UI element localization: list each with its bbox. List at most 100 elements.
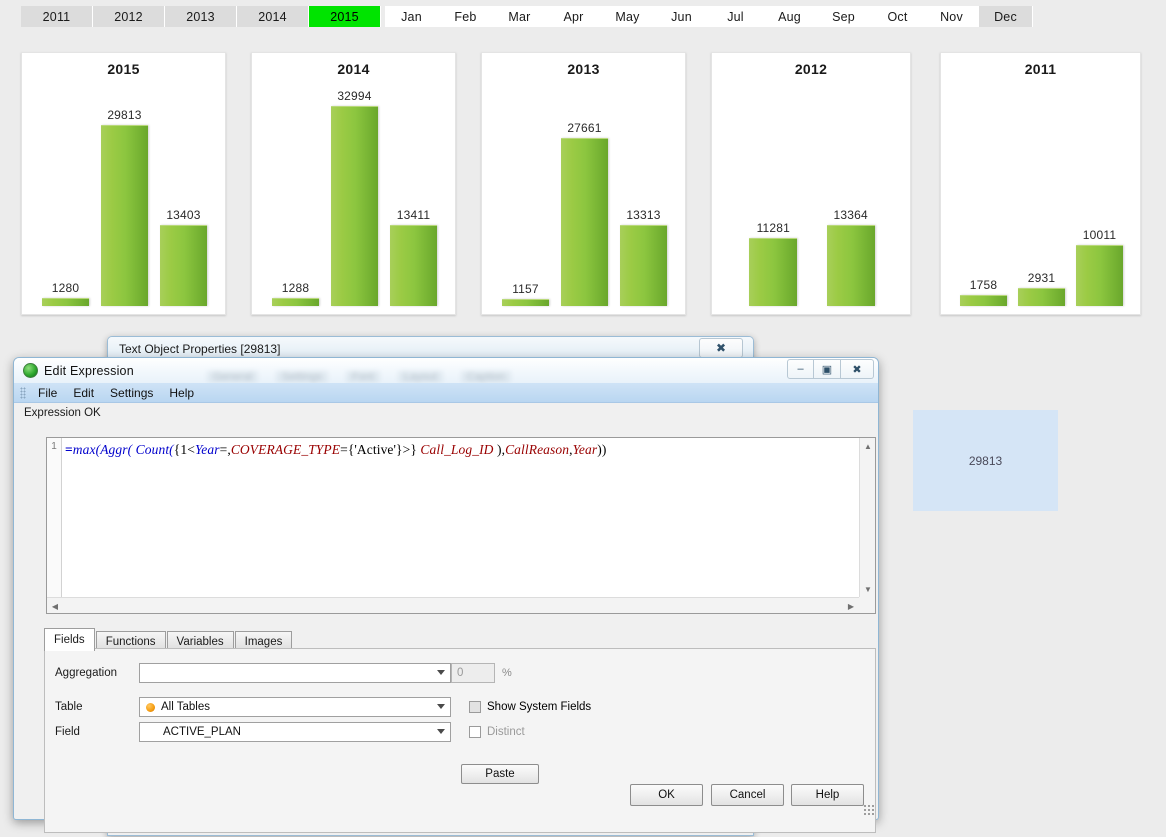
- menu-item-file[interactable]: File: [30, 385, 65, 401]
- chart-bar-group[interactable]: 13313: [620, 208, 667, 306]
- chart-bar[interactable]: [826, 225, 875, 306]
- table-select[interactable]: All Tables: [139, 697, 451, 717]
- background-tab: General: [207, 371, 259, 383]
- month-item-Aug[interactable]: Aug: [763, 6, 817, 27]
- month-item-Nov[interactable]: Nov: [925, 6, 979, 27]
- resize-grip-icon[interactable]: [863, 804, 875, 816]
- maximize-icon[interactable]: ▣: [814, 359, 841, 379]
- chart-bar[interactable]: [331, 106, 378, 306]
- chart-bar[interactable]: [960, 295, 1007, 306]
- checkbox-icon[interactable]: [469, 701, 481, 713]
- help-button[interactable]: Help: [791, 784, 864, 806]
- chart-panel-2011[interactable]: 2011 1758 2931 10011: [940, 52, 1141, 315]
- menu-item-help[interactable]: Help: [161, 385, 202, 401]
- chart-bar[interactable]: [1018, 288, 1065, 306]
- month-item-Sep[interactable]: Sep: [817, 6, 871, 27]
- expression-horizontal-scrollbar[interactable]: ◀ ▶: [47, 597, 859, 613]
- chart-bar-group[interactable]: 32994: [331, 89, 378, 306]
- month-item-Oct[interactable]: Oct: [871, 6, 925, 27]
- year-item-2015[interactable]: 2015: [309, 6, 381, 27]
- chart-bar-group[interactable]: 1157: [502, 282, 549, 306]
- qlikview-app-icon: [23, 363, 38, 378]
- chart-bar[interactable]: [749, 238, 798, 306]
- field-select[interactable]: ACTIVE_PLAN: [139, 722, 451, 742]
- month-item-Mar[interactable]: Mar: [493, 6, 547, 27]
- chart-bar[interactable]: [1076, 245, 1123, 306]
- chart-bar[interactable]: [160, 225, 207, 306]
- chart-bar-group[interactable]: 29813: [101, 108, 148, 306]
- chart-panel-2013[interactable]: 2013 1157 27661 13313: [481, 52, 686, 315]
- chart-bar-group[interactable]: 13364: [826, 208, 875, 306]
- chevron-down-icon[interactable]: [437, 704, 445, 709]
- edit-expression-titlebar[interactable]: Edit Expression General Settings Font Layou…: [14, 358, 878, 383]
- month-item-Jan[interactable]: Jan: [385, 6, 439, 27]
- expression-text[interactable]: =max(Aggr( Count({1<Year=,COVERAGE_TYPE=…: [65, 441, 858, 458]
- text-object-29813[interactable]: 29813: [913, 410, 1058, 511]
- scroll-up-icon[interactable]: ▲: [861, 439, 875, 453]
- chart-bar[interactable]: [502, 299, 549, 306]
- year-listbox[interactable]: 2011 2012 2013 2014 2015: [21, 6, 381, 27]
- chart-bar[interactable]: [101, 125, 148, 306]
- chart-bar-group[interactable]: 11281: [749, 221, 798, 306]
- chart-bar-group[interactable]: 13403: [160, 208, 207, 306]
- ok-button[interactable]: OK: [630, 784, 703, 806]
- chevron-down-icon[interactable]: [437, 670, 445, 675]
- month-item-Apr[interactable]: Apr: [547, 6, 601, 27]
- bar-value-label: 1280: [51, 281, 80, 295]
- chart-panel-2015[interactable]: 2015 1280 29813 13403: [21, 52, 226, 315]
- month-item-Jul[interactable]: Jul: [709, 6, 763, 27]
- month-item-Jun[interactable]: Jun: [655, 6, 709, 27]
- text-object-properties-title: Text Object Properties [29813]: [119, 342, 281, 356]
- chart-bar[interactable]: [42, 298, 89, 306]
- show-system-fields-checkbox[interactable]: Show System Fields: [469, 701, 591, 713]
- scrollbar-corner: [859, 597, 875, 613]
- scroll-right-icon[interactable]: ▶: [844, 599, 858, 613]
- chart-bar[interactable]: [561, 138, 608, 306]
- chart-panel-2012[interactable]: 2012 11281 13364: [711, 52, 911, 315]
- window-controls[interactable]: – ▣ ✖: [787, 359, 874, 379]
- percent-input[interactable]: 0: [451, 663, 495, 683]
- chart-bar-group[interactable]: 1288: [272, 281, 319, 306]
- expression-editor[interactable]: 1 =max(Aggr( Count({1<Year=,COVERAGE_TYP…: [46, 437, 876, 614]
- menu-item-settings[interactable]: Settings: [102, 385, 161, 401]
- scroll-down-icon[interactable]: ▼: [861, 582, 875, 596]
- edit-expression-title: Edit Expression: [44, 363, 134, 378]
- menu-grip-icon[interactable]: [20, 386, 26, 399]
- chart-bar-group[interactable]: 13411: [390, 208, 437, 306]
- distinct-checkbox[interactable]: Distinct: [469, 726, 525, 738]
- checkbox-icon[interactable]: [469, 726, 481, 738]
- year-item-2014[interactable]: 2014: [237, 6, 309, 27]
- paste-button[interactable]: Paste: [461, 764, 539, 784]
- expression-vertical-scrollbar[interactable]: ▲ ▼: [859, 438, 875, 597]
- edit-expression-dialog[interactable]: Edit Expression General Settings Font Layou…: [13, 357, 879, 833]
- chart-bar[interactable]: [272, 298, 319, 306]
- year-item-2011[interactable]: 2011: [21, 6, 93, 27]
- month-item-Dec[interactable]: Dec: [979, 6, 1033, 27]
- scroll-left-icon[interactable]: ◀: [48, 599, 62, 613]
- close-icon[interactable]: ✖: [841, 359, 874, 379]
- chart-bar-group[interactable]: 1280: [42, 281, 89, 306]
- chart-panel-2014[interactable]: 2014 1288 32994 13411: [251, 52, 456, 315]
- menu-item-edit[interactable]: Edit: [65, 385, 102, 401]
- year-item-2012[interactable]: 2012: [93, 6, 165, 27]
- tab-fields[interactable]: Fields: [44, 628, 95, 651]
- chevron-down-icon[interactable]: [437, 729, 445, 734]
- month-item-May[interactable]: May: [601, 6, 655, 27]
- chart-bar[interactable]: [390, 225, 437, 306]
- bar-value-label: 11281: [756, 221, 791, 235]
- aggregation-select[interactable]: [139, 663, 451, 683]
- chart-bar-group[interactable]: 2931: [1018, 271, 1065, 306]
- year-item-2013[interactable]: 2013: [165, 6, 237, 27]
- cancel-button[interactable]: Cancel: [711, 784, 784, 806]
- chart-bar[interactable]: [620, 225, 667, 306]
- expression-token: Year: [572, 442, 598, 457]
- month-item-Feb[interactable]: Feb: [439, 6, 493, 27]
- chart-bar-group[interactable]: 10011: [1076, 228, 1123, 306]
- expression-token: Year: [194, 442, 220, 457]
- minimize-icon[interactable]: –: [787, 359, 814, 379]
- close-icon[interactable]: ✖: [699, 338, 743, 358]
- chart-bar-group[interactable]: 1758: [960, 278, 1007, 306]
- month-listbox[interactable]: Jan Feb Mar Apr May Jun Jul Aug Sep Oct Nov Dec: [385, 6, 1033, 27]
- menu-bar[interactable]: File Edit Settings Help: [14, 383, 878, 403]
- chart-bar-group[interactable]: 27661: [561, 121, 608, 306]
